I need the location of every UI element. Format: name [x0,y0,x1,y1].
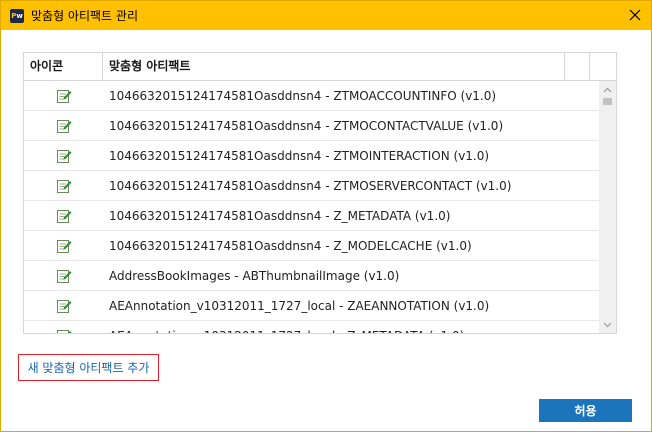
close-icon [629,9,641,21]
close-button[interactable] [626,6,644,24]
allow-button[interactable]: 허용 [539,399,632,422]
row-icon-cell [24,328,103,333]
artifact-name: 1046632015124174581Oasddnsn4 - Z_MODELCA… [109,238,472,253]
row-icon-cell [24,148,103,164]
column-header-artifact[interactable]: 맞춤형 아티팩트 [103,53,565,80]
column-header-extra-2[interactable] [590,53,612,80]
table-row[interactable]: AEAnnotation_v10312011_1727_local - Z_ME… [24,321,613,333]
table-row[interactable]: 1046632015124174581Oasddnsn4 - Z_MODELCA… [24,231,613,261]
artifact-name: 1046632015124174581Oasddnsn4 - ZTMOACCOU… [109,88,497,103]
table-row[interactable]: AddressBookImages - ABThumbnailImage (v1… [24,261,613,291]
artifact-name: AddressBookImages - ABThumbnailImage (v1… [109,268,400,283]
column-header-extra-1[interactable] [565,53,590,80]
artifact-name: 1046632015124174581Oasddnsn4 - ZTMOSERVE… [109,178,512,193]
table-row[interactable]: 1046632015124174581Oasddnsn4 - ZTMOCONTA… [24,111,613,141]
window-title: 맞춤형 아티팩트 관리 [31,9,138,23]
row-icon-cell [24,208,103,224]
dialog-window: Pw 맞춤형 아티팩트 관리 아이콘 맞춤형 아티팩트 104663201512… [0,0,652,432]
app-logo-icon: Pw [10,8,24,23]
table-row[interactable]: 1046632015124174581Oasddnsn4 - ZTMOINTER… [24,141,613,171]
row-icon-cell [24,268,103,284]
table-body: 1046632015124174581Oasddnsn4 - ZTMOACCOU… [24,81,616,333]
table-row[interactable]: 1046632015124174581Oasddnsn4 - ZTMOSERVE… [24,171,613,201]
artifact-name: AEAnnotation_v10312011_1727_local - ZAEA… [109,298,490,313]
row-icon-cell [24,118,103,134]
artifact-name: 1046632015124174581Oasddnsn4 - Z_METADAT… [109,208,451,223]
table-row[interactable]: AEAnnotation_v10312011_1727_local - ZAEA… [24,291,613,321]
app-logo-letter-2: w [16,11,23,20]
artifact-name: 1046632015124174581Oasddnsn4 - ZTMOINTER… [109,148,490,163]
edit-artifact-icon [56,89,71,103]
row-icon-cell [24,88,103,104]
artifact-table: 아이콘 맞춤형 아티팩트 1046632015124174581Oasddnsn… [23,52,617,334]
scroll-thumb[interactable] [603,98,612,105]
title-bar: Pw 맞춤형 아티팩트 관리 [1,1,651,30]
vertical-scrollbar[interactable] [599,81,616,333]
row-icon-cell [24,238,103,254]
scroll-down-button[interactable] [599,316,616,333]
table-row[interactable]: 1046632015124174581Oasddnsn4 - ZTMOACCOU… [24,81,613,111]
table-header: 아이콘 맞춤형 아티팩트 [24,53,616,81]
table-row[interactable]: 1046632015124174581Oasddnsn4 - Z_METADAT… [24,201,613,231]
edit-artifact-icon [56,119,71,133]
row-icon-cell [24,298,103,314]
scroll-up-button[interactable] [599,81,616,98]
artifact-name: AEAnnotation_v10312011_1727_local - Z_ME… [103,329,464,334]
row-icon-cell [24,178,103,194]
chevron-up-icon [603,87,612,92]
edit-artifact-icon [56,179,71,193]
artifact-name: 1046632015124174581Oasddnsn4 - ZTMOCONTA… [109,118,504,133]
edit-artifact-icon [56,149,71,163]
edit-artifact-icon [56,299,71,313]
chevron-down-icon [603,322,612,327]
add-custom-artifact-link[interactable]: 새 맞춤형 아티팩트 추가 [18,354,159,381]
column-header-icon[interactable]: 아이콘 [24,53,103,80]
edit-artifact-icon [56,209,71,223]
edit-artifact-icon [56,239,71,253]
edit-artifact-icon [56,329,71,333]
edit-artifact-icon [56,269,71,283]
